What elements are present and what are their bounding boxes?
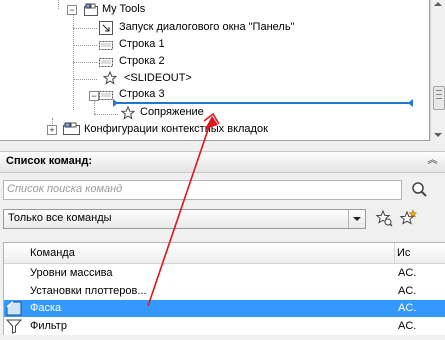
tree-scrollbar[interactable] (430, 0, 445, 141)
command-filter-dropdown[interactable]: Только все команды (3, 209, 366, 229)
tree-item-contextual-tabs[interactable]: Конфигурации контекстных вкладок (84, 123, 268, 135)
tree-item-row-3[interactable]: Строка 3 (119, 88, 165, 100)
command-name: Установки плоттеров... (30, 285, 147, 297)
tree-item-fillet[interactable]: Сопряжение (140, 106, 204, 118)
table-row[interactable]: Уровни массива AC. (4, 265, 445, 282)
table-row[interactable]: Фильтр AC. (4, 318, 445, 335)
drop-indicator-line (116, 102, 412, 104)
search-icon[interactable] (410, 180, 430, 198)
drop-indicator-right-arrow (408, 99, 413, 107)
scroll-up-arrow[interactable] (434, 2, 442, 6)
command-source: AC. (398, 285, 417, 297)
collapse-toggle[interactable]: − (67, 5, 77, 15)
collapse-section-icon[interactable]: ︽ (426, 154, 439, 167)
chamfer-icon (6, 301, 22, 316)
ribbon-panel-icon (84, 3, 98, 17)
row-icon (99, 88, 113, 102)
customization-tree[interactable]: − My Tools Запуск диалогового окна "Пане… (0, 0, 430, 141)
column-header-source[interactable]: Ис (397, 247, 410, 259)
command-search-input[interactable] (4, 181, 390, 197)
command-name: Фильтр (30, 320, 67, 332)
command-list-title: Список команд: (6, 155, 93, 167)
command-list-header: Список команд: ︽ (0, 151, 445, 173)
slideout-star-icon (102, 70, 118, 85)
command-name: Уровни массива (30, 267, 113, 279)
row-icon (99, 55, 113, 69)
column-header-command[interactable]: Команда (30, 247, 75, 259)
tree-item-slideout[interactable]: <SLIDEOUT> (124, 72, 192, 84)
table-row-selected[interactable]: Фаска AC. (4, 300, 445, 317)
dialog-launcher-icon (99, 21, 113, 35)
tree-item-dialog-launcher[interactable]: Запуск диалогового окна "Панель" (119, 21, 294, 33)
command-table-header: Команда Ис (4, 243, 445, 264)
command-table[interactable]: Команда Ис Уровни массива AC. Установки … (3, 242, 445, 335)
star-new-icon[interactable] (399, 209, 418, 227)
tree-item-row-1[interactable]: Строка 1 (119, 38, 165, 50)
collapse-toggle[interactable]: − (89, 91, 99, 101)
expand-toggle[interactable]: + (47, 125, 57, 135)
row-icon (99, 38, 113, 52)
command-source: AC. (398, 302, 417, 314)
command-source: AC. (398, 267, 417, 279)
tab-config-icon (63, 122, 80, 136)
scroll-thumb[interactable] (433, 86, 445, 110)
command-filter-value: Только все команды (8, 212, 112, 224)
drop-indicator-left-arrow (113, 99, 118, 107)
star-filter-icon[interactable] (375, 209, 393, 227)
command-source: AC. (398, 320, 417, 332)
table-row[interactable]: Установки плоттеров... AC. (4, 283, 445, 300)
scroll-down-arrow[interactable] (434, 133, 442, 137)
chevron-down-icon[interactable] (348, 210, 365, 228)
command-star-icon (120, 105, 136, 120)
command-name: Фаска (30, 302, 62, 314)
tree-item-row-2[interactable]: Строка 2 (119, 55, 165, 67)
command-search-box[interactable] (3, 180, 402, 200)
tree-item-my-tools[interactable]: My Tools (102, 3, 145, 15)
filter-funnel-icon (5, 319, 23, 334)
